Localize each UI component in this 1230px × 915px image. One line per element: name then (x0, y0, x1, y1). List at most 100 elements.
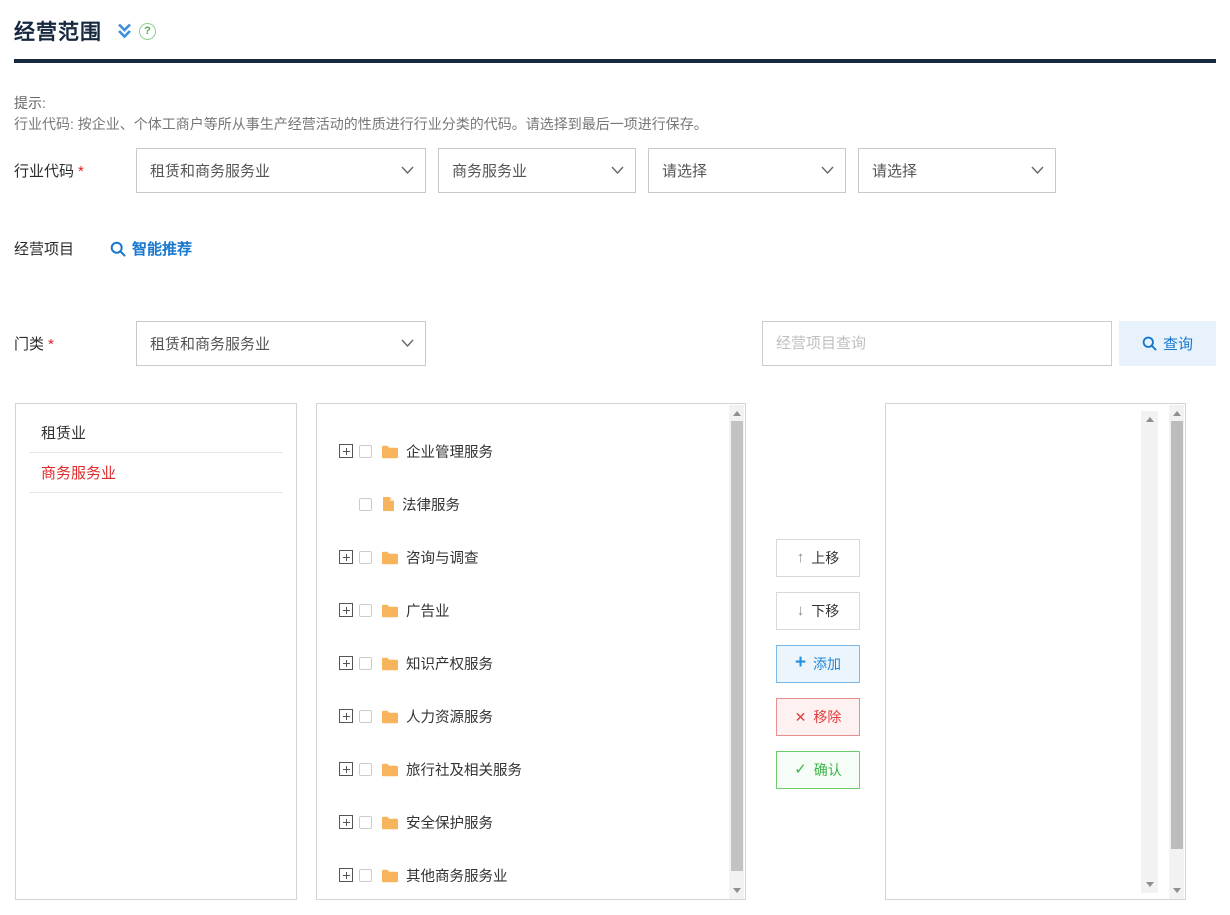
scroll-down-icon[interactable] (1146, 882, 1154, 887)
scrollbar-thumb[interactable] (731, 421, 743, 871)
double-chevron-down-icon[interactable] (116, 22, 133, 40)
arrow-up-icon: ↑ (797, 550, 805, 565)
industry-level3-select[interactable]: 请选择 (648, 148, 846, 193)
expand-plus-icon[interactable] (339, 603, 353, 617)
category-row: 门类* 租赁和商务服务业 查询 (0, 321, 1230, 366)
category-item-business-services[interactable]: 商务服务业 (29, 453, 283, 493)
industry-level1-select[interactable]: 租赁和商务服务业 (136, 148, 426, 193)
tree-checkbox[interactable] (359, 763, 372, 776)
expand-plus-icon[interactable] (339, 709, 353, 723)
scroll-up-icon[interactable] (733, 411, 741, 416)
cross-icon: ✕ (795, 710, 807, 724)
chevron-down-icon (1031, 166, 1044, 175)
project-tree-panel: 企业管理服务 法律服务 咨询与调查 广告业 知识产权服务 (316, 403, 746, 900)
category-list-panel: 租赁业 商务服务业 (15, 403, 297, 900)
tree-node-label[interactable]: 知识产权服务 (406, 653, 493, 674)
selected-items-panel (885, 403, 1186, 900)
tree-row: 广告业 (339, 584, 745, 637)
scroll-down-icon[interactable] (1173, 888, 1181, 893)
tree-row: 旅行社及相关服务 (339, 743, 745, 796)
remove-button[interactable]: ✕ 移除 (776, 698, 860, 736)
move-up-button[interactable]: ↑ 上移 (776, 539, 860, 577)
scroll-up-icon[interactable] (1173, 411, 1181, 416)
hint-block: 提示: 行业代码: 按企业、个体工商户等所从事生产经营活动的性质进行行业分类的代… (14, 93, 1216, 135)
required-asterisk: * (48, 336, 54, 353)
business-project-label: 经营项目 (14, 238, 110, 259)
smart-recommend-link[interactable]: 智能推荐 (110, 238, 192, 259)
tree-row: 法律服务 (339, 478, 745, 531)
transfer-buttons: ↑ 上移 ↓ 下移 + 添加 ✕ 移除 ✓ 确认 (776, 539, 860, 789)
add-button[interactable]: + 添加 (776, 645, 860, 683)
tree-node-label[interactable]: 其他商务服务业 (406, 865, 508, 886)
chevron-down-icon (401, 166, 414, 175)
expand-plus-icon[interactable] (339, 815, 353, 829)
project-search-input[interactable] (762, 321, 1112, 366)
selection-panels: 租赁业 商务服务业 企业管理服务 法律服务 咨询与调查 广告业 (0, 403, 1230, 900)
file-icon (381, 496, 395, 512)
search-icon (1142, 336, 1157, 351)
expand-plus-icon[interactable] (339, 868, 353, 882)
tree-node-label[interactable]: 人力资源服务 (406, 706, 493, 727)
scroll-down-icon[interactable] (733, 888, 741, 893)
industry-code-row: 行业代码* 租赁和商务服务业 商务服务业 请选择 请选择 (0, 148, 1230, 193)
panel-scrollbar[interactable] (1169, 405, 1184, 899)
folder-icon (381, 444, 399, 459)
page-header: 经营范围 ? (14, 16, 1216, 46)
tree-checkbox[interactable] (359, 498, 372, 511)
industry-code-label: 行业代码* (14, 160, 136, 181)
tree-node-label[interactable]: 企业管理服务 (406, 441, 493, 462)
business-project-row: 经营项目 智能推荐 (0, 236, 1230, 262)
folder-icon (381, 550, 399, 565)
page-title: 经营范围 (14, 16, 102, 46)
hint-text: 行业代码: 按企业、个体工商户等所从事生产经营活动的性质进行行业分类的代码。请选… (14, 114, 1216, 135)
arrow-down-icon: ↓ (797, 603, 805, 618)
folder-icon (381, 762, 399, 777)
tree-node-label[interactable]: 广告业 (406, 600, 450, 621)
expand-plus-icon[interactable] (339, 762, 353, 776)
scroll-up-icon[interactable] (1146, 417, 1154, 422)
hint-label: 提示: (14, 93, 1216, 114)
folder-icon (381, 656, 399, 671)
search-icon (110, 241, 126, 257)
tree-checkbox[interactable] (359, 710, 372, 723)
tree-scrollbar[interactable] (729, 405, 744, 899)
move-down-button[interactable]: ↓ 下移 (776, 592, 860, 630)
confirm-button[interactable]: ✓ 确认 (776, 751, 860, 789)
folder-icon (381, 709, 399, 724)
folder-icon (381, 868, 399, 883)
help-icon[interactable]: ? (139, 23, 156, 40)
scrollbar-thumb[interactable] (1171, 421, 1183, 849)
tree-checkbox[interactable] (359, 604, 372, 617)
folder-icon (381, 603, 399, 618)
check-icon: ✓ (794, 762, 807, 777)
selected-list-scrollbar[interactable] (1141, 411, 1158, 893)
expand-plus-icon[interactable] (339, 550, 353, 564)
tree-checkbox[interactable] (359, 445, 372, 458)
category-select[interactable]: 租赁和商务服务业 (136, 321, 426, 366)
tree-node-label[interactable]: 法律服务 (402, 494, 460, 515)
tree-checkbox[interactable] (359, 657, 372, 670)
chevron-down-icon (611, 166, 624, 175)
tree-checkbox[interactable] (359, 551, 372, 564)
tree-checkbox[interactable] (359, 869, 372, 882)
plus-icon: + (795, 653, 806, 672)
search-button[interactable]: 查询 (1119, 321, 1216, 366)
tree-node-label[interactable]: 旅行社及相关服务 (406, 759, 522, 780)
tree-node-label[interactable]: 安全保护服务 (406, 812, 493, 833)
tree-row: 其他商务服务业 (339, 849, 745, 902)
category-item-leasing[interactable]: 租赁业 (29, 413, 283, 453)
tree-row: 企业管理服务 (339, 425, 745, 478)
tree-row: 咨询与调查 (339, 531, 745, 584)
title-divider (14, 59, 1216, 63)
industry-level4-select[interactable]: 请选择 (858, 148, 1056, 193)
tree-row: 安全保护服务 (339, 796, 745, 849)
industry-level2-select[interactable]: 商务服务业 (438, 148, 636, 193)
category-label: 门类* (14, 333, 136, 354)
tree-row: 知识产权服务 (339, 637, 745, 690)
folder-icon (381, 815, 399, 830)
tree-checkbox[interactable] (359, 816, 372, 829)
tree-row: 人力资源服务 (339, 690, 745, 743)
tree-node-label[interactable]: 咨询与调查 (406, 547, 479, 568)
expand-plus-icon[interactable] (339, 656, 353, 670)
expand-plus-icon[interactable] (339, 444, 353, 458)
